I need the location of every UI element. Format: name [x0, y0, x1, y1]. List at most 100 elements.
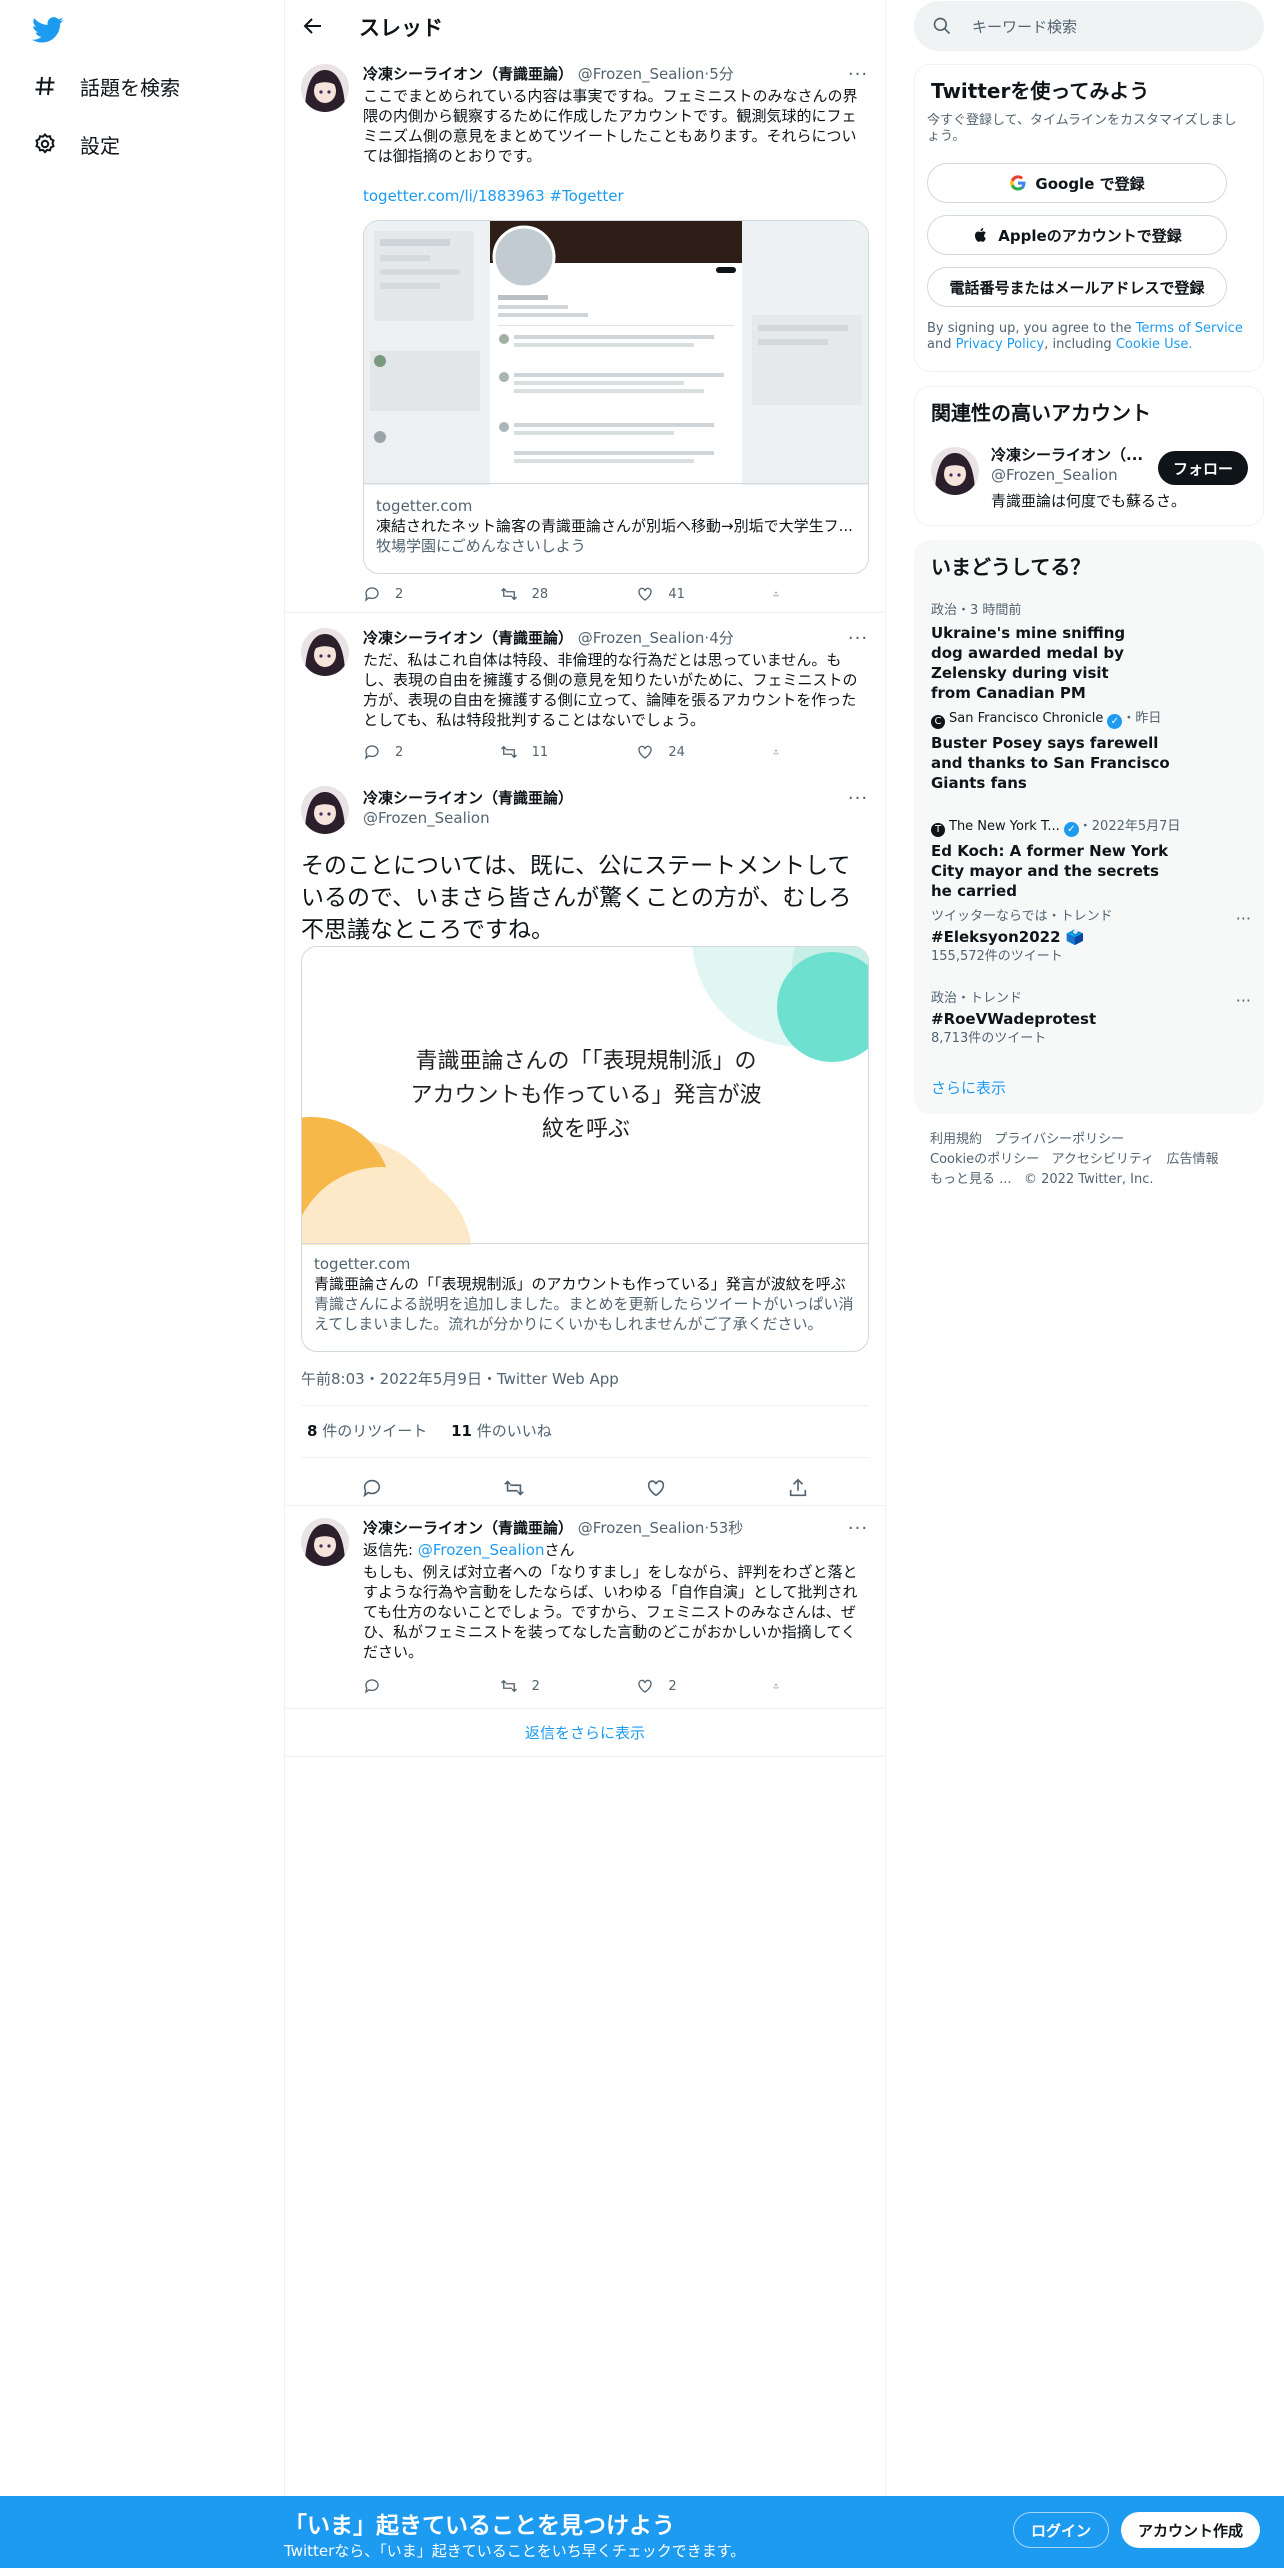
- login-button[interactable]: ログイン: [1013, 2512, 1109, 2548]
- more-icon[interactable]: ···: [847, 788, 869, 809]
- author-name[interactable]: 冷凍シーライオン（青識亜論）: [363, 65, 573, 83]
- author-handle[interactable]: @Frozen_Sealion: [363, 808, 573, 828]
- related-account-info[interactable]: 冷凍シーライオン（... @Frozen_Sealion: [991, 445, 1151, 485]
- retweet-button[interactable]: 2: [500, 1676, 600, 1696]
- retweet-stat[interactable]: 8 件のリツイート: [307, 1422, 427, 1440]
- apple-signup-button[interactable]: Appleのアカウントで登録: [927, 215, 1227, 255]
- like-button[interactable]: 41: [636, 584, 736, 604]
- author-name[interactable]: 冷凍シーライオン（青識亜論）: [363, 1519, 573, 1537]
- tweet-time[interactable]: 5分: [709, 65, 734, 83]
- search-bar[interactable]: キーワード検索: [914, 1, 1264, 51]
- link-card[interactable]: togetter.com 凍結されたネット論客の青識亜論さんが別垢へ移動→別垢で…: [363, 220, 869, 574]
- footer-link[interactable]: 広告情報: [1167, 1152, 1219, 1167]
- like-stat[interactable]: 11 件のいいね: [451, 1422, 552, 1440]
- follow-button[interactable]: フォロー: [1158, 451, 1248, 485]
- footer-link[interactable]: 利用規約: [930, 1132, 982, 1147]
- apple-signup-label: Appleのアカウントで登録: [998, 226, 1182, 245]
- nav-item-explore[interactable]: 話題を検索: [32, 64, 180, 108]
- more-icon[interactable]: ···: [847, 64, 869, 85]
- show-more-replies-button[interactable]: 返信をさらに表示: [285, 1710, 885, 1754]
- trend-title: #RoeVWadeprotest: [931, 1010, 1097, 1028]
- tweet-hashtag[interactable]: #Togetter: [549, 187, 623, 205]
- arrow-left-icon[interactable]: [301, 14, 325, 38]
- card-description: 牧場学園にごめんなさいしよう: [376, 537, 586, 555]
- like-total: 11: [451, 1422, 472, 1440]
- more-icon[interactable]: ···: [847, 1518, 869, 1539]
- trend-title: Ed Koch: A former New York City mayor an…: [931, 842, 1169, 900]
- reply-button[interactable]: 2: [363, 584, 463, 604]
- reply-to-handle[interactable]: @Frozen_Sealion: [418, 1541, 545, 1559]
- tweet-text: ただ、私はこれ自体は特段、非倫理的な行為だとは思っていません。もし、表現の自由を…: [363, 651, 858, 729]
- tweet[interactable]: 冷凍シーライオン（青識亜論） @Frozen_Sealion·5分 ここでまとめ…: [285, 60, 885, 620]
- search-icon: [933, 17, 951, 35]
- trend-item[interactable]: C San Francisco Chronicle ✓ ・昨日 Buster Pose…: [931, 711, 1251, 793]
- retweet-button[interactable]: 28: [500, 584, 600, 604]
- heart-icon[interactable]: [645, 1477, 667, 1499]
- create-account-button[interactable]: アカウント作成: [1121, 2512, 1260, 2548]
- avatar[interactable]: [931, 447, 979, 495]
- focused-tweet-text: そのことについては、既に、公にステートメントしているので、いまさら皆さんが驚くこ…: [301, 853, 852, 943]
- like-button[interactable]: 24: [636, 742, 736, 762]
- retweet-button[interactable]: 11: [500, 742, 600, 762]
- more-icon[interactable]: ···: [847, 628, 869, 649]
- card-image: [364, 221, 868, 485]
- footer-more-link[interactable]: もっと見る ...: [930, 1172, 1012, 1187]
- reply-icon[interactable]: [361, 1477, 383, 1499]
- footer-link[interactable]: プライバシーポリシー: [994, 1132, 1124, 1147]
- footer-link[interactable]: アクセシビリティ: [1052, 1152, 1155, 1167]
- avatar[interactable]: [301, 1518, 349, 1566]
- author-name[interactable]: 冷凍シーライオン（青識亜論）: [363, 629, 573, 647]
- share-button[interactable]: [773, 1676, 793, 1696]
- trend-title: #Eleksyon2022 🗳️: [931, 928, 1085, 946]
- more-icon[interactable]: ···: [1236, 991, 1251, 1010]
- trend-item[interactable]: 政治・トレンド #RoeVWadeprotest 8,713件のツイート ···: [931, 991, 1251, 1047]
- link-card[interactable]: 青識亜論さんの「「表現規制派」のアカウントも作っている」発言が波紋を呼ぶ tog…: [301, 946, 869, 1352]
- author-handle[interactable]: @Frozen_Sealion: [578, 629, 705, 647]
- thread-column: スレッド 冷凍シーライオン（青識亜論） @Frozen_Sealion·5分 こ…: [284, 0, 886, 2500]
- avatar[interactable]: [301, 64, 349, 112]
- banner-subtitle: Twitterなら、「いま」起きていることをいち早くチェックできます。: [284, 2542, 746, 2560]
- tweet-time[interactable]: 4分: [709, 629, 734, 647]
- reply-button[interactable]: 2: [363, 742, 463, 762]
- google-icon: [1010, 175, 1026, 191]
- avatar[interactable]: [301, 628, 349, 676]
- google-signup-button[interactable]: Google で登録: [927, 163, 1227, 203]
- privacy-link[interactable]: Privacy Policy: [956, 337, 1045, 352]
- nav-item-settings[interactable]: 設定: [32, 122, 120, 166]
- tweet[interactable]: 冷凍シーライオン（青識亜論） @Frozen_Sealion·4分 ただ、私はこ…: [285, 620, 885, 780]
- share-icon[interactable]: [787, 1477, 809, 1499]
- tweet-timestamp[interactable]: 午前8:03・2022年5月9日・Twitter Web App: [301, 1368, 619, 1389]
- footer-link[interactable]: Cookieのポリシー: [930, 1152, 1039, 1167]
- trend-item[interactable]: T The New York T... ✓ ・2022年5月7日 Ed Koch: A…: [931, 819, 1251, 901]
- trend-item[interactable]: 政治・3 時間前 Ukraine's mine sniffing dog awa…: [931, 603, 1251, 703]
- terms-including: , including: [1044, 337, 1112, 352]
- reply-button[interactable]: [363, 1676, 463, 1696]
- phone-email-signup-button[interactable]: 電話番号またはメールアドレスで登録: [927, 267, 1227, 307]
- more-icon[interactable]: ···: [1236, 909, 1251, 928]
- reply-context: 返信先: @Frozen_Sealionさん: [363, 1540, 869, 1560]
- tweet-time[interactable]: 53秒: [709, 1519, 743, 1537]
- share-button[interactable]: [773, 742, 793, 762]
- like-count: 24: [668, 744, 685, 760]
- avatar[interactable]: [301, 786, 349, 834]
- twitter-bird-icon[interactable]: [32, 14, 64, 46]
- author-handle[interactable]: @Frozen_Sealion: [578, 65, 705, 83]
- trends-show-more[interactable]: さらに表示: [931, 1077, 1006, 1098]
- card-thumbnail: [364, 221, 868, 485]
- terms-link[interactable]: Terms of Service: [1136, 321, 1243, 336]
- terms-and: and: [927, 337, 952, 352]
- trend-item[interactable]: ツイッターならでは・トレンド #Eleksyon2022 🗳️ 155,572件…: [931, 909, 1251, 965]
- reply-count: 2: [395, 586, 404, 602]
- share-icon: [773, 591, 779, 597]
- search-input[interactable]: キーワード検索: [972, 16, 1077, 37]
- retweet-icon[interactable]: [503, 1477, 525, 1499]
- author-handle[interactable]: @Frozen_Sealion: [578, 1519, 705, 1537]
- author-name[interactable]: 冷凍シーライオン（青識亜論）: [363, 788, 573, 808]
- cookie-link[interactable]: Cookie Use.: [1116, 337, 1193, 352]
- like-button[interactable]: 2: [636, 1676, 736, 1696]
- share-button[interactable]: [773, 584, 793, 604]
- retweet-total: 8: [307, 1422, 318, 1440]
- trend-when: ・昨日: [1122, 711, 1162, 726]
- reply-tweet[interactable]: 冷凍シーライオン（青識亜論） @Frozen_Sealion·53秒 返信先: …: [285, 1506, 885, 1706]
- tweet-link[interactable]: togetter.com/li/1883963: [363, 187, 545, 205]
